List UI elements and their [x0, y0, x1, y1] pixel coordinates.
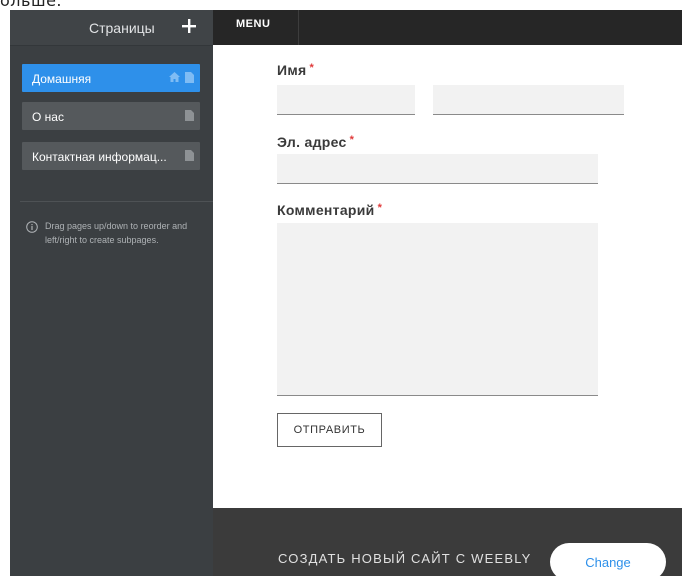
email-label-text: Эл. адрес [277, 134, 347, 150]
home-icon [169, 72, 180, 82]
sidebar-item-label: Домашняя [32, 72, 92, 86]
page-icon [185, 72, 194, 83]
sidebar-item-label: Контактная информац... [32, 150, 167, 164]
last-name-input[interactable] [433, 85, 624, 115]
sidebar-title: Страницы [89, 20, 155, 36]
sidebar-header: Страницы [10, 10, 213, 46]
change-button[interactable]: Change [550, 543, 666, 576]
menu-divider [298, 10, 299, 45]
email-label: Эл. адрес * [277, 134, 354, 150]
page-top-cutoff: ольше. [0, 0, 682, 10]
email-input[interactable] [277, 154, 598, 184]
comment-textarea[interactable] [277, 223, 598, 396]
weebly-footer: СОЗДАТЬ НОВЫЙ САЙТ С WEEBLY Change [213, 508, 682, 576]
required-marker: * [309, 62, 315, 74]
sidebar-divider [20, 201, 213, 202]
page-icon [185, 110, 194, 121]
menu-label[interactable]: MENU [236, 18, 270, 30]
required-marker: * [349, 134, 355, 146]
sidebar-item-contact[interactable]: Контактная информац... [22, 142, 200, 170]
page-icon [185, 150, 194, 161]
first-name-input[interactable] [277, 85, 415, 115]
comment-label: Комментарий * [277, 202, 382, 218]
name-label-text: Имя [277, 62, 307, 78]
name-label: Имя * [277, 62, 314, 78]
cutoff-text: ольше. [0, 0, 63, 10]
required-marker: * [377, 202, 383, 214]
contact-form: Имя * Эл. адрес * Комментарий * ОТПРАВИТЬ [213, 45, 682, 508]
sidebar-item-about[interactable]: О нас [22, 102, 200, 130]
reorder-hint: Drag pages up/down to reorder and left/r… [45, 221, 188, 245]
comment-label-text: Комментарий [277, 202, 375, 218]
pages-sidebar: Страницы Домашняя О нас Контактная инфор… [10, 10, 213, 576]
sidebar-item-home[interactable]: Домашняя [22, 64, 200, 92]
weebly-promo-text: СОЗДАТЬ НОВЫЙ САЙТ С WEEBLY [278, 551, 532, 566]
plus-icon[interactable] [178, 15, 200, 37]
sidebar-item-label: О нас [32, 110, 64, 124]
site-menubar: MENU [213, 10, 682, 45]
submit-button[interactable]: ОТПРАВИТЬ [277, 413, 382, 447]
info-icon [26, 221, 38, 233]
